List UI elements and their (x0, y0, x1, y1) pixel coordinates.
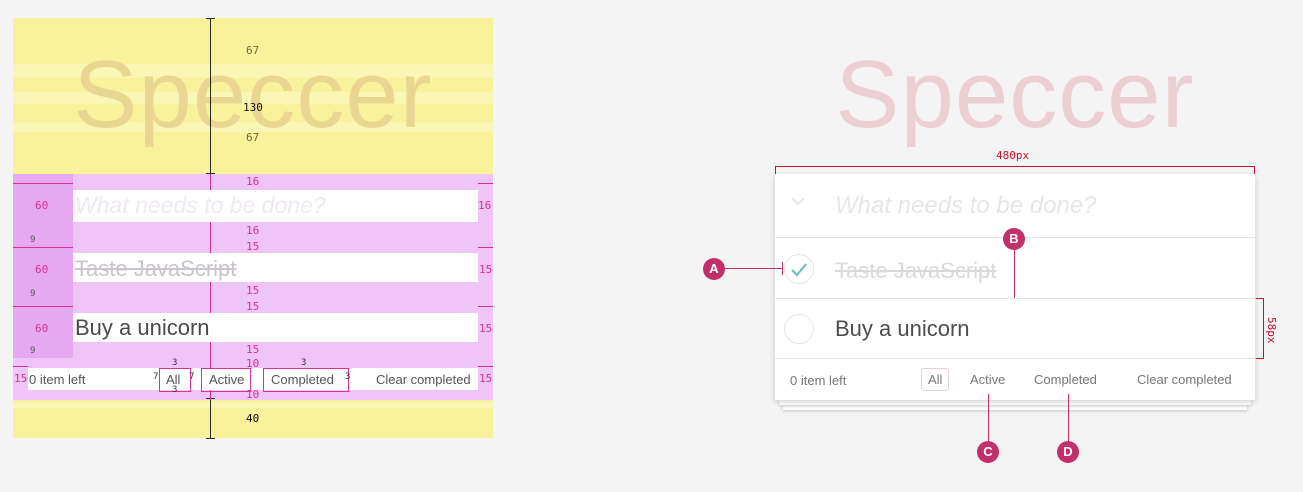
padding-label: 16 (246, 175, 260, 188)
padding-measure-line (210, 390, 211, 400)
annotation-line (1014, 250, 1015, 298)
annotation-badge-b: B (1003, 228, 1025, 250)
padding-label: 15 (479, 263, 493, 276)
padding-measure-line (13, 306, 73, 307)
checkmark-icon (791, 263, 807, 277)
margin-measure-line (210, 398, 211, 438)
annotation-line (725, 268, 783, 269)
padding-measure-line (478, 366, 493, 367)
watermark-right: Speccer (835, 41, 1195, 148)
measure-tick (206, 438, 215, 439)
new-todo-input[interactable] (835, 190, 1235, 222)
padding-label: 15 (479, 322, 493, 335)
card-stack-shadow (779, 400, 1251, 405)
annotation-line (988, 394, 989, 441)
annotation-line (1068, 394, 1069, 441)
card-stack-shadow (783, 405, 1247, 410)
padding-label: 9 (30, 235, 36, 245)
padding-bottom (73, 222, 478, 238)
spacing-visualization: Speccer What needs to be done? Taste Jav… (0, 0, 520, 492)
clear-completed-button[interactable]: Clear completed (1137, 372, 1232, 387)
padding-label: 9 (30, 346, 36, 356)
padding-measure-line (210, 238, 211, 253)
filter-padding-box (263, 368, 349, 392)
padding-label: 7 (153, 372, 159, 382)
padding-measure-line (210, 282, 211, 298)
header-placeholder-ghost: What needs to be done? (75, 192, 326, 218)
padding-label: 7 (189, 372, 195, 382)
padding-label: 9 (30, 289, 36, 299)
margin-label: 67 (246, 44, 260, 57)
filter-completed[interactable]: Completed (1034, 372, 1097, 387)
annotation-badge-c: C (977, 441, 999, 463)
padding-label: 15 (246, 343, 260, 356)
width-measure-tick (775, 166, 776, 174)
divider (775, 358, 1255, 359)
height-measure-label: 58px (1265, 317, 1278, 344)
margin-label: 40 (246, 412, 260, 425)
footer-clear-ghost: Clear completed (376, 372, 471, 387)
padding-measure-line (478, 306, 493, 307)
todo-checkbox-checked[interactable] (784, 254, 814, 284)
padding-label: 15 (479, 372, 493, 385)
padding-measure-line (13, 247, 73, 248)
padding-label: 16 (478, 199, 492, 212)
todo-item-label[interactable]: Buy a unicorn (835, 316, 970, 342)
padding-measure-line (478, 183, 493, 184)
padding-label: 10 (246, 388, 260, 401)
divider (775, 298, 1255, 299)
padding-label: 16 (246, 224, 260, 237)
padding-measure-line (478, 247, 493, 248)
margin-band (13, 402, 493, 408)
padding-measure-line (210, 222, 211, 238)
padding-label: 3 (172, 385, 178, 395)
row-text-ghost: Buy a unicorn (75, 315, 210, 340)
row-text-ghost: Taste JavaScript (75, 256, 237, 281)
padding-label: 60 (35, 263, 49, 276)
margin-label: 67 (246, 131, 260, 144)
padding-label: 15 (246, 284, 260, 297)
padding-measure-line (210, 358, 211, 368)
todo-checkbox[interactable] (784, 314, 814, 344)
padding-measure-line (13, 366, 28, 367)
padding-label: 10 (246, 357, 260, 370)
padding-measure-line (13, 183, 73, 184)
todo-card: #card input::placeholder{color:#e6e6e6;}… (775, 174, 1255, 400)
measure-tick (206, 18, 215, 19)
padding-label: 3 (345, 372, 351, 382)
width-measure-label: 480px (996, 149, 1030, 162)
filter-active[interactable]: Active (970, 372, 1005, 387)
items-left-count: 0 item left (790, 373, 847, 388)
padding-bottom (73, 342, 478, 358)
padding-label: 3 (301, 358, 307, 368)
footer-count-ghost: 0 item left (29, 372, 86, 387)
padding-bottom (73, 282, 478, 298)
margin-label: 130 (243, 101, 263, 114)
filter-all[interactable]: All (921, 368, 950, 391)
height-measure-line (1263, 298, 1264, 359)
padding-label: 60 (35, 322, 49, 335)
width-measure-tick (1254, 166, 1255, 174)
padding-measure-line (210, 298, 211, 313)
margin-measure-line (210, 18, 211, 174)
filter-padding-box (201, 368, 251, 392)
padding-label: 60 (35, 199, 49, 212)
padding-label: 15 (246, 300, 260, 313)
padding-label: 15 (14, 372, 28, 385)
annotation-badge-d: D (1057, 441, 1079, 463)
annotation-badge-a: A (703, 258, 725, 280)
toggle-all-chevron-icon[interactable] (789, 192, 807, 210)
padding-measure-line (210, 174, 211, 190)
padding-measure-line (210, 342, 211, 358)
padding-label: 3 (172, 358, 178, 368)
width-measure-line (775, 166, 1255, 167)
todo-item-label[interactable]: Taste JavaScript (835, 258, 996, 284)
padding-label: 15 (246, 240, 260, 253)
annotation-line (782, 262, 783, 275)
